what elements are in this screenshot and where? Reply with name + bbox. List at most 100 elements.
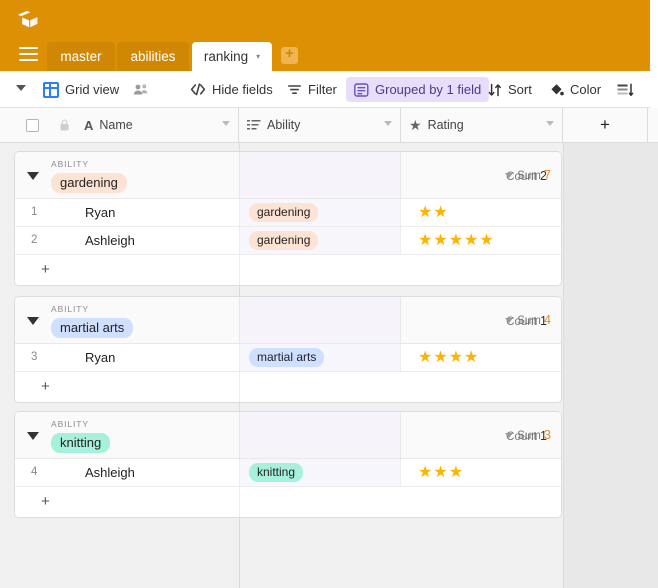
tab-abilities[interactable]: abilities	[117, 42, 189, 71]
column-header-name[interactable]: A Name	[78, 108, 239, 142]
ability-pill: gardening	[249, 231, 319, 250]
add-row-button[interactable]: +	[15, 487, 561, 517]
sort-button[interactable]: Sort	[488, 71, 532, 108]
collapse-group-icon[interactable]	[27, 172, 39, 180]
add-row-button[interactable]: +	[15, 255, 561, 285]
add-field-button[interactable]: +	[563, 108, 648, 142]
collapse-group-icon[interactable]	[27, 432, 39, 440]
color-button[interactable]: Color	[550, 71, 601, 108]
hamburger-menu-icon[interactable]	[19, 47, 38, 62]
group-sum[interactable]: Sum 7	[505, 168, 551, 182]
cell-name[interactable]: Ashleigh	[85, 233, 135, 248]
select-all-checkbox[interactable]	[26, 119, 39, 132]
cell-rating[interactable]: ★★★★★	[402, 227, 561, 254]
collapse-group-icon[interactable]	[27, 317, 39, 325]
group-header[interactable]: ABILITY knitting Count 1 Sum 3	[15, 412, 561, 459]
cell-divider	[239, 372, 240, 402]
toolbar-right-sliver	[650, 0, 658, 108]
cell-rating[interactable]: ★★	[402, 199, 561, 226]
tab-master[interactable]: master	[47, 42, 115, 71]
row-height-button[interactable]	[617, 71, 634, 108]
row-height-icon	[617, 82, 634, 96]
cell-ability[interactable]: knitting	[239, 459, 401, 486]
tab-ranking[interactable]: ranking ▾	[192, 42, 272, 71]
chevron-down-icon	[505, 318, 514, 324]
cell-name[interactable]: Ryan	[85, 350, 115, 365]
cell-name[interactable]: Ryan	[85, 205, 115, 220]
group-header[interactable]: ABILITY gardening Count 2 Sum 7	[15, 152, 561, 199]
lock-icon	[60, 119, 69, 131]
column-name-label: Name	[99, 118, 133, 132]
rating-stars: ★★★	[418, 464, 465, 481]
cell-ability[interactable]: gardening	[239, 199, 401, 226]
group-label: Grouped by 1 field	[375, 82, 482, 97]
column-name-label: Rating	[427, 118, 464, 132]
group-button[interactable]: Grouped by 1 field	[346, 77, 490, 102]
row-number: 3	[31, 351, 38, 363]
hide-fields-icon	[190, 83, 206, 96]
chevron-down-icon[interactable]	[384, 121, 392, 126]
group-martial-arts: ABILITY martial arts Count 1 Sum 4 marti…	[14, 296, 562, 403]
ability-pill: martial arts	[249, 348, 325, 367]
app-bar	[0, 0, 650, 38]
group-header-ability-cell	[239, 297, 401, 343]
cell-rating[interactable]: ★★★	[402, 459, 561, 486]
group-value-pill: gardening	[51, 173, 127, 193]
group-sum-value: 3	[544, 428, 551, 442]
rating-stars: ★★★★★	[418, 232, 495, 249]
right-area-divider	[563, 143, 564, 588]
group-value-pill: martial arts	[51, 318, 134, 338]
airtable-logo-icon[interactable]	[17, 10, 39, 30]
table-row[interactable]: martial arts 3 Ryan ★★★★	[15, 344, 561, 372]
grid-body: ABILITY gardening Count 2 Sum 7 gardenin…	[0, 143, 658, 588]
grid-view-button[interactable]: Grid view	[43, 71, 150, 108]
cell-rating[interactable]: ★★★★	[402, 344, 561, 371]
group-sum-value: 7	[544, 168, 551, 182]
column-header-rating[interactable]: ★ Rating	[401, 108, 563, 142]
column-header-ability[interactable]: Ability	[239, 108, 401, 142]
column-header-row: A Name Ability ★ Rating +	[0, 108, 658, 143]
hide-fields-label: Hide fields	[212, 82, 273, 97]
group-field-label: ABILITY	[51, 304, 89, 314]
cell-ability[interactable]: martial arts	[239, 344, 401, 371]
group-sum[interactable]: Sum 4	[505, 313, 551, 327]
add-row-button[interactable]: +	[15, 372, 561, 402]
chevron-down-icon	[505, 173, 514, 179]
filter-icon	[288, 85, 301, 94]
cell-divider	[239, 487, 240, 517]
chevron-down-icon	[505, 433, 514, 439]
table-row[interactable]: gardening 1 Ryan ★★	[15, 199, 561, 227]
filter-label: Filter	[308, 82, 337, 97]
chevron-down-icon[interactable]	[222, 121, 230, 126]
group-field-label: ABILITY	[51, 159, 89, 169]
filter-button[interactable]: Filter	[287, 71, 337, 108]
group-sum[interactable]: Sum 3	[505, 428, 551, 442]
multi-select-icon	[247, 120, 261, 130]
table-row[interactable]: knitting 4 Ashleigh ★★★	[15, 459, 561, 487]
group-sum-label: Sum	[517, 170, 541, 182]
group-value-pill: knitting	[51, 433, 111, 453]
plus-icon: +	[41, 261, 50, 278]
hide-fields-button[interactable]: Hide fields	[190, 71, 273, 108]
chevron-down-icon[interactable]: ▾	[256, 52, 260, 61]
ability-pill: knitting	[249, 463, 304, 482]
table-row[interactable]: gardening 2 Ashleigh ★★★★★	[15, 227, 561, 255]
field-type-icon-text: A	[84, 117, 94, 133]
cell-divider	[239, 255, 240, 285]
ability-pill: gardening	[249, 203, 319, 222]
collaborators-icon[interactable]	[133, 83, 150, 96]
view-toolbar: Grid view Hide fields Filter Grouped by …	[0, 71, 658, 108]
row-number: 1	[31, 206, 38, 218]
group-header[interactable]: ABILITY martial arts Count 1 Sum 4	[15, 297, 561, 344]
group-sum-value: 4	[544, 313, 551, 327]
sidebar-toggle-icon[interactable]	[16, 85, 26, 91]
chevron-down-icon[interactable]	[546, 121, 554, 126]
view-name-label: Grid view	[65, 82, 120, 97]
tab-strip: master abilities ranking ▾ +	[0, 38, 650, 71]
add-table-button[interactable]: +	[281, 46, 298, 64]
group-knitting: ABILITY knitting Count 1 Sum 3 knitting …	[14, 411, 562, 518]
cell-name[interactable]: Ashleigh	[85, 465, 135, 480]
empty-right-area	[563, 143, 658, 588]
cell-ability[interactable]: gardening	[239, 227, 401, 254]
color-icon	[551, 83, 564, 95]
